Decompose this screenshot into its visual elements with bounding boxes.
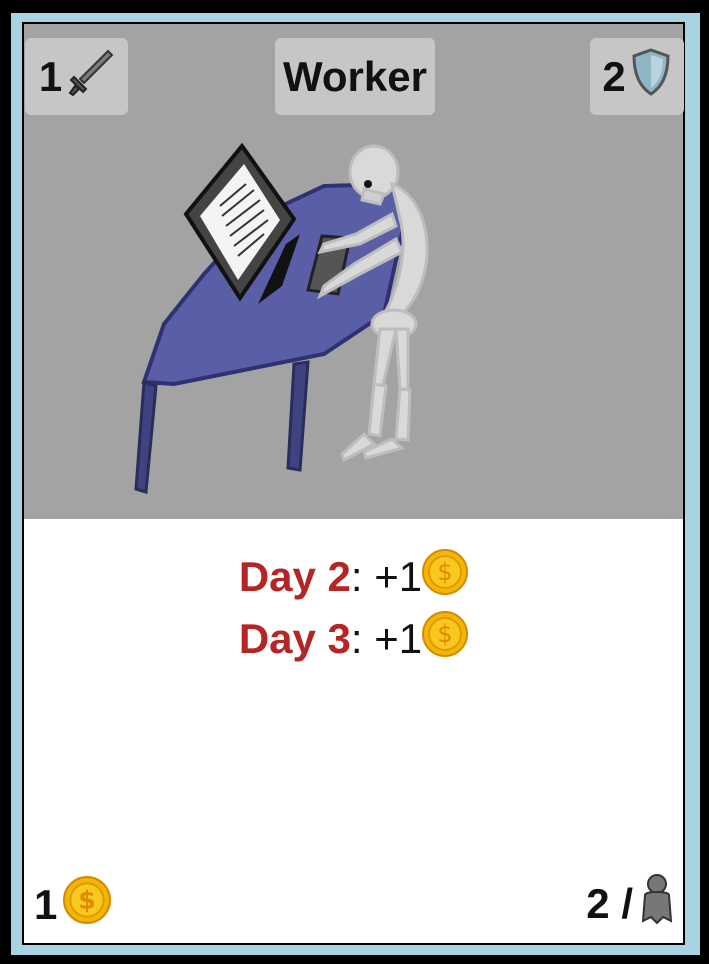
shield-icon [630,47,672,107]
cost-stat: 1 $ [34,876,112,934]
table-leg [134,379,158,494]
attack-stat: 1 [25,38,128,115]
population-stat: 2 / [586,873,675,935]
ability-text: : +1 [350,615,423,662]
ability-day-label: Day 2 [238,553,351,600]
defense-stat: 2 [590,38,684,115]
ability-day-2: Day 2 : +1 $ [24,548,683,606]
ability-text: : +1 [350,553,423,600]
game-card[interactable]: 1 Worker 2 Day 2 : +1 $ Day 3: +1 $ 1 $… [0,0,709,964]
population-value: 2 / [586,880,633,927]
table-leg [286,360,310,472]
defense-value: 2 [602,52,626,100]
card-title: Worker [275,38,435,115]
cost-value: 1 [34,881,58,928]
ability-day-3: Day 3 : +1 $ [24,610,683,668]
svg-text:$: $ [79,885,96,914]
person-icon [639,873,675,935]
ability-day-label: Day 3 [238,615,351,662]
svg-text:$: $ [438,558,453,586]
coin-icon: $ [422,549,469,605]
coin-icon: $ [63,876,112,934]
skeleton-eye [364,180,372,188]
card-title-text: Worker [283,52,427,100]
sword-icon [66,47,114,107]
svg-text:$: $ [438,620,453,648]
attack-value: 1 [38,52,63,100]
coin-icon: $ [422,611,469,667]
